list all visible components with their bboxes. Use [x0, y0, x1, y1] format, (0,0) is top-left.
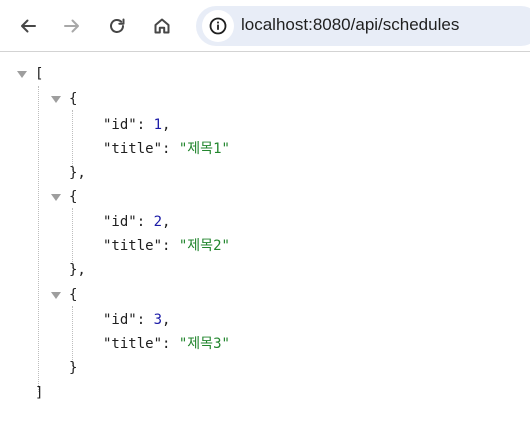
site-info-button[interactable] [202, 10, 234, 42]
browser-toolbar: localhost:8080/api/schedules [0, 0, 530, 52]
json-colon: : [136, 117, 154, 133]
object-close-3: } [69, 356, 77, 380]
home-icon [154, 18, 170, 34]
object-close-brace: } [69, 360, 78, 376]
object-close-2: }, [69, 258, 86, 282]
json-property-title-3: "title": "제목3" [103, 332, 230, 356]
json-colon: : [136, 312, 154, 328]
object-close-brace: }, [69, 165, 86, 181]
json-string-value: "제목3" [178, 336, 230, 352]
json-comma: , [162, 214, 171, 230]
json-colon: : [162, 238, 179, 254]
json-property-title-2: "title": "제목2" [103, 234, 230, 258]
json-key: "title" [103, 141, 163, 157]
object-open-3: { [69, 283, 77, 307]
json-string-value: "제목2" [178, 238, 230, 254]
object-collapse-toggle-2[interactable] [51, 194, 61, 201]
arrow-left-icon [21, 19, 36, 33]
arrow-right-icon [64, 19, 79, 33]
url-text[interactable]: localhost:8080/api/schedules [241, 15, 459, 35]
json-string-value: "제목1" [178, 141, 230, 157]
json-viewer: [ { "id": 1, "title": "제목1" }, { "id": 2… [0, 52, 530, 439]
array-open-bracket: [ [35, 66, 44, 82]
json-number-value: 1 [153, 117, 163, 133]
object-open-1: { [69, 87, 77, 111]
json-property-title-1: "title": "제목1" [103, 137, 230, 161]
json-key: "id" [103, 117, 137, 133]
array-close-bracket: ] [35, 385, 44, 401]
object-close-1: }, [69, 161, 86, 185]
reload-button[interactable] [99, 8, 135, 44]
object-close-brace: }, [69, 262, 86, 278]
json-key: "title" [103, 336, 163, 352]
object-collapse-toggle-3[interactable] [51, 292, 61, 299]
json-property-id-3: "id": 3, [103, 308, 170, 332]
address-bar[interactable]: localhost:8080/api/schedules [196, 6, 530, 46]
json-key: "id" [103, 214, 137, 230]
json-property-id-1: "id": 1, [103, 113, 170, 137]
json-comma: , [162, 117, 171, 133]
object-open-brace: { [69, 91, 78, 107]
object-collapse-toggle-1[interactable] [51, 96, 61, 103]
reload-icon [110, 18, 125, 33]
json-colon: : [162, 336, 179, 352]
home-button[interactable] [144, 8, 180, 44]
array-guide-line [38, 86, 39, 392]
object-open-brace: { [69, 189, 78, 205]
json-colon: : [136, 214, 154, 230]
info-circle-icon [209, 17, 227, 35]
object-open-2: { [69, 185, 77, 209]
array-open: [ [35, 62, 43, 86]
json-key: "title" [103, 238, 163, 254]
array-collapse-toggle[interactable] [17, 71, 27, 78]
json-key: "id" [103, 312, 137, 328]
forward-button[interactable] [54, 8, 90, 44]
json-colon: : [162, 141, 179, 157]
json-number-value: 2 [153, 214, 163, 230]
json-number-value: 3 [153, 312, 163, 328]
back-button[interactable] [10, 8, 46, 44]
json-comma: , [162, 312, 171, 328]
array-close: ] [35, 381, 43, 405]
json-property-id-2: "id": 2, [103, 210, 170, 234]
object-open-brace: { [69, 287, 78, 303]
